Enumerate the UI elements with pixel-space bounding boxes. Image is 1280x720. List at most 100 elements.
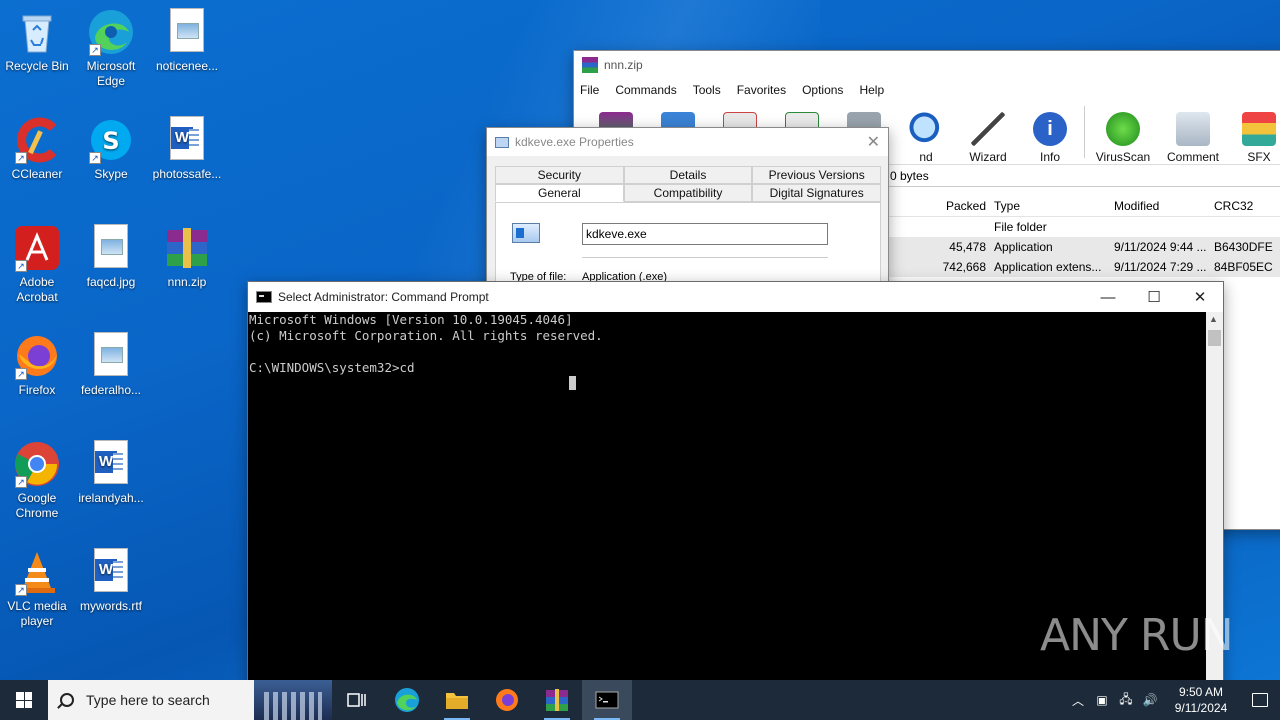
desktop-icon-photossafe[interactable]: W photossafe... (150, 116, 224, 182)
folder-icon (446, 693, 468, 709)
tab-details[interactable]: Details (623, 166, 753, 184)
word-document-icon: W (87, 548, 135, 596)
desktop-icon-federalho[interactable]: federalho... (74, 332, 148, 398)
winrar-titlebar[interactable]: nnn.zip (574, 51, 1280, 79)
taskbar-explorer-button[interactable] (432, 680, 482, 720)
toolbar-virusscan-button[interactable]: VirusScan (1091, 112, 1155, 164)
toolbar-find-button[interactable]: nd (898, 112, 954, 164)
taskbar-winrar-button[interactable] (532, 680, 582, 720)
text-cursor (569, 376, 576, 390)
taskbar-firefox-button[interactable] (482, 680, 532, 720)
desktop-icon-ccleaner[interactable]: ↗ CCleaner (0, 116, 74, 182)
application-icon (512, 223, 540, 243)
toolbar-wizard-button[interactable]: Wizard (960, 112, 1016, 164)
device-icon[interactable]: ▣ (1090, 693, 1114, 707)
taskbar-cmd-button[interactable] (582, 680, 632, 720)
desktop-icon-label: nnn.zip (167, 275, 207, 289)
col-modified[interactable]: Modified (1110, 195, 1210, 216)
terminal-icon (256, 291, 272, 303)
toolbar-info-button[interactable]: i Info (1022, 112, 1078, 164)
chevron-up-icon[interactable]: ︿ (1066, 692, 1090, 709)
desktop-icon-label: CCleaner (11, 167, 63, 181)
menu-commands[interactable]: Commands (615, 83, 676, 97)
desktop-icon-label: Firefox (18, 383, 56, 397)
properties-dialog[interactable]: kdkeve.exe Properties ✕ Security Details… (486, 127, 889, 312)
taskbar-edge-button[interactable] (382, 680, 432, 720)
tab-digital-signatures[interactable]: Digital Signatures (752, 184, 882, 202)
desktop-icon-recycle-bin[interactable]: Recycle Bin (0, 8, 74, 74)
cmd-titlebar[interactable]: Select Administrator: Command Prompt — ☐… (248, 282, 1223, 312)
desktop-icon-label: faqcd.jpg (86, 275, 136, 289)
search-placeholder: Type here to search (86, 692, 210, 708)
properties-title: kdkeve.exe Properties (515, 135, 634, 149)
taskbar-search-box[interactable]: Type here to search (48, 680, 254, 720)
tab-compatibility[interactable]: Compatibility (623, 184, 753, 202)
filename-field[interactable]: kdkeve.exe (582, 223, 828, 245)
menu-help[interactable]: Help (859, 83, 884, 97)
notification-icon (1252, 693, 1268, 707)
clock-time: 9:50 AM (1178, 685, 1224, 699)
desktop-icon-label: VLC media player (7, 599, 67, 628)
desktop-icon-label: federalho... (80, 383, 142, 397)
desktop-icon-edge[interactable]: ↗ Microsoft Edge (74, 8, 148, 89)
desktop-icon-noticenee[interactable]: noticenee... (150, 8, 224, 74)
shortcut-arrow-icon: ↗ (15, 260, 27, 272)
desktop-icon-label: Microsoft Edge (86, 59, 136, 88)
tab-general[interactable]: General (495, 184, 624, 202)
exe-file-icon (495, 136, 509, 148)
volume-icon[interactable]: 🔊 (1138, 693, 1162, 707)
close-button[interactable]: ✕ (1177, 282, 1223, 312)
clock-date: 9/11/2024 (1174, 701, 1228, 715)
minimize-button[interactable]: — (1085, 282, 1131, 312)
col-crc32[interactable]: CRC32 (1210, 195, 1280, 216)
desktop-icon-faqcd[interactable]: faqcd.jpg (74, 224, 148, 290)
desktop-icon-label: photossafe... (152, 167, 222, 181)
col-packed[interactable]: Packed (890, 195, 990, 216)
toolbar-sfx-button[interactable]: SFX (1231, 112, 1280, 164)
col-type[interactable]: Type (990, 195, 1110, 216)
desktop-icon-label: Adobe Acrobat (16, 275, 58, 304)
winrar-archive-icon (163, 224, 211, 272)
notification-center-button[interactable] (1240, 680, 1280, 720)
desktop-icon-chrome[interactable]: ↗ Google Chrome (0, 440, 74, 521)
system-tray: ︿ ▣ 🖧 🔊 9:50 AM 9/11/2024 (1066, 680, 1280, 720)
search-icon (60, 693, 74, 707)
clock[interactable]: 9:50 AM 9/11/2024 (1162, 684, 1240, 716)
ccleaner-icon: ↗ (13, 116, 61, 164)
task-view-icon (347, 693, 366, 707)
svg-text:S: S (102, 127, 119, 155)
scrollbar-thumb[interactable] (1208, 330, 1221, 346)
divider (582, 257, 828, 258)
scroll-up-icon[interactable]: ▲ (1209, 314, 1218, 324)
menu-file[interactable]: File (580, 83, 599, 97)
desktop-icon-irelandyah[interactable]: W irelandyah... (74, 440, 148, 506)
menu-tools[interactable]: Tools (693, 83, 721, 97)
desktop-icon-mywords[interactable]: W mywords.rtf (74, 548, 148, 614)
desktop-icon-skype[interactable]: S ↗ Skype (74, 116, 148, 182)
close-icon[interactable]: ✕ (867, 132, 880, 152)
tab-previous-versions[interactable]: Previous Versions (752, 166, 882, 184)
comment-icon (1176, 112, 1210, 146)
desktop-icon-vlc[interactable]: ↗ VLC media player (0, 548, 74, 629)
desktop-icon-label: Recycle Bin (5, 59, 69, 73)
start-button[interactable] (0, 680, 48, 720)
console-line: Microsoft Windows [Version 10.0.19045.40… (249, 312, 573, 327)
menu-options[interactable]: Options (802, 83, 843, 97)
cmd-title: Select Administrator: Command Prompt (278, 290, 489, 304)
desktop-icon-acrobat[interactable]: ↗ Adobe Acrobat (0, 224, 74, 305)
desktop-icon-nnn-zip[interactable]: nnn.zip (150, 224, 224, 290)
image-file-icon (163, 8, 211, 56)
tab-security[interactable]: Security (495, 166, 624, 184)
console-line: C:\WINDOWS\system32>cd (249, 360, 415, 375)
toolbar-comment-button[interactable]: Comment (1161, 112, 1225, 164)
maximize-button[interactable]: ☐ (1131, 282, 1177, 312)
network-icon[interactable]: 🖧 (1114, 690, 1138, 711)
menu-favorites[interactable]: Favorites (737, 83, 786, 97)
desktop-icon-firefox[interactable]: ↗ Firefox (0, 332, 74, 398)
search-highlight-image[interactable] (254, 680, 332, 720)
properties-titlebar[interactable]: kdkeve.exe Properties ✕ (487, 128, 888, 156)
magic-wand-icon (971, 112, 1005, 146)
task-view-button[interactable] (332, 680, 382, 720)
vlc-icon: ↗ (13, 548, 61, 596)
acrobat-icon: ↗ (13, 224, 61, 272)
